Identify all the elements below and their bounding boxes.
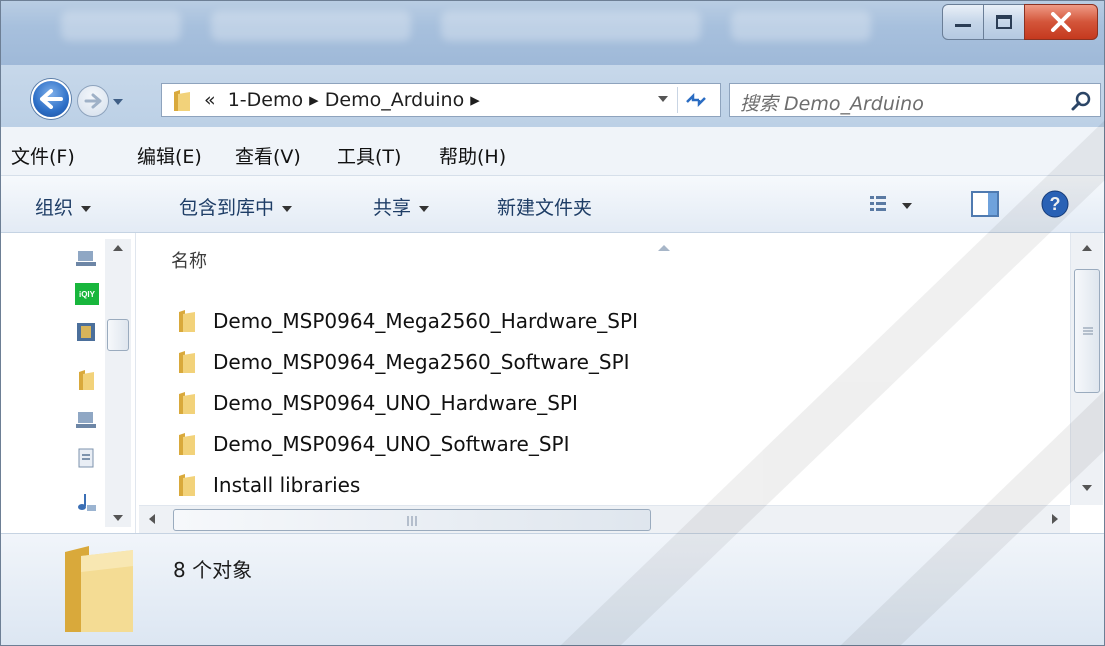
file-list-vertical-scrollbar[interactable] [1070, 233, 1103, 505]
music-icon[interactable] [75, 491, 97, 513]
organize-button[interactable]: 组织 [35, 193, 92, 220]
iqiyi-icon[interactable]: iQIY [75, 283, 99, 305]
maximize-icon [996, 15, 1012, 29]
address-dropdown[interactable] [658, 96, 668, 102]
folder-icon [179, 351, 195, 373]
scrollbar-thumb[interactable] [107, 319, 129, 351]
folder-icon [179, 433, 195, 455]
menu-file[interactable]: 文件(F) [11, 142, 75, 169]
new-folder-button[interactable]: 新建文件夹 [497, 193, 592, 220]
command-bar: 组织 包含到库中 共享 新建文件夹 ? [1, 176, 1104, 233]
scroll-up-icon[interactable] [1082, 245, 1092, 251]
refresh-icon [686, 92, 706, 108]
document-icon[interactable] [75, 447, 97, 469]
file-name: Demo_MSP0964_Mega2560_Software_SPI [213, 350, 630, 374]
view-options-button[interactable] [869, 194, 913, 221]
maximize-button[interactable] [983, 4, 1025, 40]
menu-bar: 文件(F) 编辑(E) 查看(V) 工具(T) 帮助(H) [1, 127, 1104, 176]
forward-button[interactable] [77, 85, 109, 117]
file-list-horizontal-scrollbar[interactable] [139, 505, 1070, 534]
chevron-down-icon [658, 96, 668, 102]
scroll-left-icon[interactable] [149, 514, 155, 524]
include-in-library-button[interactable]: 包含到库中 [179, 193, 293, 220]
search-icon[interactable] [1070, 90, 1092, 112]
list-item[interactable]: Demo_MSP0964_Mega2560_Hardware_SPI [175, 303, 638, 339]
minimize-button[interactable] [942, 4, 984, 40]
svg-text:?: ? [1050, 194, 1061, 214]
menu-edit[interactable]: 编辑(E) [137, 142, 202, 169]
menu-tools[interactable]: 工具(T) [337, 142, 401, 169]
chevron-down-icon [419, 205, 430, 212]
chevron-down-icon [113, 99, 123, 105]
scroll-right-icon[interactable] [1052, 514, 1058, 524]
help-icon: ? [1041, 190, 1069, 218]
folder-icon [179, 474, 195, 496]
minimize-icon [955, 24, 971, 27]
list-item[interactable]: Demo_MSP0964_UNO_Software_SPI [175, 426, 570, 462]
preview-pane-icon [971, 191, 999, 217]
refresh-button[interactable] [677, 87, 714, 113]
address-row: « 1-Demo ▸ Demo_Arduino ▸ 搜索 Demo_Arduin… [1, 65, 1104, 127]
scroll-down-icon[interactable] [113, 515, 123, 521]
computer-icon[interactable] [75, 247, 97, 269]
preview-pane-button[interactable] [971, 191, 999, 222]
details-pane: 8 个对象 [1, 533, 1104, 645]
search-box[interactable]: 搜索 Demo_Arduino [729, 83, 1101, 117]
chevron-down-icon [282, 205, 293, 212]
file-name: Demo_MSP0964_UNO_Hardware_SPI [213, 391, 578, 415]
recent-pages-dropdown[interactable] [113, 99, 123, 105]
file-name: Install libraries [213, 473, 361, 497]
list-item[interactable]: Install libraries [175, 467, 360, 503]
search-input[interactable]: 搜索 Demo_Arduino [740, 89, 924, 116]
menu-help[interactable]: 帮助(H) [439, 142, 506, 169]
forward-arrow-icon [84, 93, 102, 109]
back-arrow-icon [40, 89, 63, 109]
breadcrumb-demo-arduino[interactable]: Demo_Arduino [325, 89, 464, 111]
file-name: Demo_MSP0964_Mega2560_Hardware_SPI [213, 309, 638, 333]
computer-icon[interactable] [75, 409, 97, 431]
folder-icon[interactable] [75, 369, 97, 391]
address-bar[interactable]: « 1-Demo ▸ Demo_Arduino ▸ [161, 83, 721, 117]
file-name: Demo_MSP0964_UNO_Software_SPI [213, 432, 570, 456]
breadcrumb-1-demo[interactable]: 1-Demo [228, 89, 303, 111]
navigation-pane: iQIY [1, 233, 136, 533]
nav-pane-scrollbar[interactable] [105, 239, 131, 527]
iqiyi-label: iQIY [78, 289, 95, 299]
address-path[interactable]: « 1-Demo ▸ Demo_Arduino ▸ [204, 89, 480, 111]
grip-icon [407, 516, 417, 526]
title-bar[interactable] [1, 1, 1104, 65]
chevron-down-icon [81, 205, 92, 212]
folder-icon [179, 392, 195, 414]
close-button[interactable] [1024, 4, 1098, 40]
folder-icon [65, 546, 133, 632]
media-icon[interactable] [75, 321, 97, 343]
view-options-icon [870, 196, 912, 211]
explorer-window: « 1-Demo ▸ Demo_Arduino ▸ 搜索 Demo_Arduin… [0, 0, 1105, 646]
scrollbar-thumb[interactable] [173, 509, 651, 531]
scrollbar-thumb[interactable] [1074, 269, 1100, 393]
scroll-up-icon[interactable] [113, 245, 123, 251]
folder-icon [174, 90, 190, 111]
list-item[interactable]: Demo_MSP0964_Mega2560_Software_SPI [175, 344, 630, 380]
list-item[interactable]: Demo_MSP0964_UNO_Hardware_SPI [175, 385, 578, 421]
scroll-down-icon[interactable] [1082, 485, 1092, 491]
help-button[interactable]: ? [1041, 190, 1069, 223]
file-list: 名称 Demo_MSP0964_Mega2560_Hardware_SPI De… [137, 233, 1070, 505]
folder-icon [179, 310, 195, 332]
grip-icon [1083, 327, 1093, 335]
close-icon [1051, 12, 1071, 32]
item-count: 8 个对象 [173, 558, 253, 582]
menu-view[interactable]: 查看(V) [235, 142, 301, 169]
back-button[interactable] [31, 79, 71, 119]
column-header-name[interactable]: 名称 [171, 247, 207, 273]
share-button[interactable]: 共享 [373, 193, 430, 220]
sort-ascending-icon [657, 237, 671, 256]
